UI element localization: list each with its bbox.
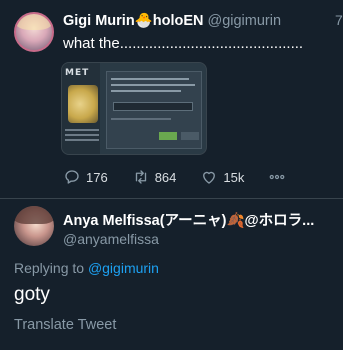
avatar-hair xyxy=(14,206,54,224)
reply-count: 176 xyxy=(86,169,108,185)
food-image xyxy=(68,85,98,123)
like-button[interactable]: 15k xyxy=(200,168,244,186)
image-dialog xyxy=(106,71,202,149)
like-count: 15k xyxy=(223,169,245,185)
author-line: Gigi Murin🐣holoEN @gigimurin xyxy=(63,12,281,29)
tweet-divider xyxy=(0,198,343,199)
image-file-field xyxy=(113,102,193,111)
image-caption-lines xyxy=(65,129,99,149)
heart-icon xyxy=(203,171,216,184)
retweet-icon xyxy=(135,170,146,184)
retweet-button[interactable]: 864 xyxy=(132,168,177,186)
author-handle[interactable]: @gigimurin xyxy=(207,13,281,29)
timestamp-line-partial xyxy=(14,344,334,350)
image-dark-button xyxy=(181,132,199,140)
tweet-text: what the................................… xyxy=(63,35,304,52)
reply-avatar[interactable] xyxy=(14,206,54,246)
tweet-image[interactable]: MET xyxy=(61,62,207,155)
image-green-button xyxy=(159,132,177,140)
reply-text: goty xyxy=(14,284,50,305)
reply-button[interactable]: 176 xyxy=(63,168,108,186)
image-title-text: MET xyxy=(65,68,90,78)
more-dots-icon xyxy=(270,174,285,180)
avatar[interactable] xyxy=(14,12,54,52)
avatar-hair xyxy=(16,14,52,31)
tweet-actions: 176 864 15k xyxy=(63,168,286,186)
replying-to-line: Replying to @gigimurin xyxy=(14,260,159,276)
reply-author-handle[interactable]: @anyamelfissa xyxy=(63,231,159,247)
reply-icon xyxy=(65,170,79,184)
replying-to-prefix: Replying to xyxy=(14,260,85,276)
author-name[interactable]: Gigi Murin🐣holoEN xyxy=(63,13,203,29)
more-actions-button[interactable] xyxy=(268,168,286,186)
reply-author-name[interactable]: Anya Melfissa(アーニャ)🍂@ホロラ... xyxy=(63,209,314,230)
retweet-count: 864 xyxy=(154,169,177,185)
replying-to-link[interactable]: @gigimurin xyxy=(88,260,159,276)
translate-tweet-link[interactable]: Translate Tweet xyxy=(14,317,116,333)
timestamp[interactable]: 7 xyxy=(335,12,343,28)
